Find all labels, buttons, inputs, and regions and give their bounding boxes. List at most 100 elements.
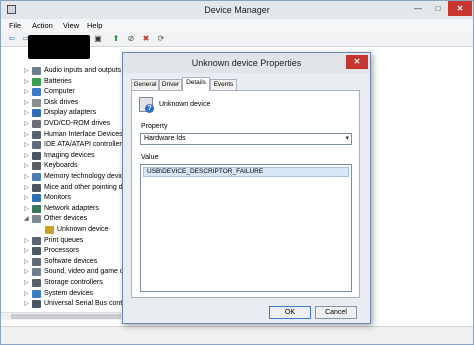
value-list[interactable]: USB\DEVICE_DESCRIPTOR_FAILURE: [140, 164, 352, 292]
collapsed-arrow-icon[interactable]: ▷: [24, 268, 29, 275]
tab-details[interactable]: Details: [182, 77, 210, 91]
dialog-title-bar[interactable]: Unknown device Properties ✕: [123, 53, 370, 73]
tree-category[interactable]: ▷ Network adapters: [1, 204, 125, 214]
tree-category[interactable]: ▷ Sound, video and game controllers: [1, 267, 125, 277]
tree-item-label: Network adapters: [44, 204, 99, 212]
minimize-button[interactable]: —: [411, 1, 425, 16]
monitor-icon: [32, 194, 41, 203]
tree-category[interactable]: ▷ System devices: [1, 289, 125, 299]
tree-category[interactable]: ▷ Monitors: [1, 193, 125, 203]
tree-item-label: Audio inputs and outputs: [44, 67, 122, 74]
tree-category[interactable]: ▷ Batteries: [1, 77, 125, 87]
collapsed-arrow-icon[interactable]: ▷: [24, 131, 29, 138]
collapsed-arrow-icon[interactable]: ▷: [24, 173, 29, 180]
menu-view[interactable]: View: [63, 21, 79, 30]
horizontal-scrollbar[interactable]: [1, 312, 125, 320]
network-icon: [32, 204, 41, 213]
collapsed-arrow-icon[interactable]: ▷: [24, 109, 29, 116]
tree-category[interactable]: ▷ DVD/CD-ROM drives: [1, 119, 125, 129]
tree-category[interactable]: ▷ Mice and other pointing devices: [1, 183, 125, 193]
collapsed-arrow-icon[interactable]: ▷: [24, 258, 29, 265]
tree-category[interactable]: ▷ Computer: [1, 87, 125, 97]
tree-item-label: Human Interface Devices: [44, 130, 123, 138]
tab-general[interactable]: General: [131, 79, 159, 90]
uninstall-device-icon[interactable]: ✖: [141, 34, 151, 44]
system-icon: [32, 289, 41, 298]
value-list-item[interactable]: USB\DEVICE_DESCRIPTOR_FAILURE: [143, 167, 349, 177]
dvd-icon: [32, 120, 41, 128]
device-view-icon[interactable]: ▣: [93, 34, 103, 44]
tree-item-label: Storage controllers: [44, 279, 103, 286]
maximize-button[interactable]: □: [431, 1, 445, 16]
chevron-down-icon[interactable]: ▾: [345, 134, 349, 144]
collapsed-arrow-icon[interactable]: ▷: [24, 300, 29, 307]
back-arrow-icon[interactable]: ⇦: [7, 34, 17, 44]
storage-icon: [32, 279, 41, 287]
menu-file[interactable]: File: [9, 21, 21, 30]
window-title: Device Manager: [204, 5, 270, 15]
tab-events[interactable]: Events: [210, 79, 237, 90]
property-dropdown[interactable]: Hardware Ids ▾: [140, 133, 352, 145]
hid-icon: [32, 130, 41, 139]
collapsed-arrow-icon[interactable]: ▷: [24, 162, 29, 169]
collapsed-arrow-icon[interactable]: ▷: [24, 152, 29, 159]
tree-category[interactable]: ▷ Processors: [1, 246, 125, 256]
tree-item-label: IDE ATA/ATAPI controllers: [44, 141, 125, 149]
device-tree: ▷ Audio inputs and outputs ▷ Batteries ▷ Comp…: [1, 48, 125, 308]
tree-category[interactable]: ▷ Print queues: [1, 236, 125, 246]
tree-category[interactable]: ◢ Other devices: [1, 214, 125, 224]
collapsed-arrow-icon[interactable]: ▷: [24, 205, 29, 212]
title-bar[interactable]: Device Manager — □ ✕: [1, 1, 473, 19]
update-driver-icon[interactable]: ⬆: [111, 34, 121, 44]
tree-category[interactable]: ▷ Human Interface Devices: [1, 130, 125, 140]
tree-item-label: DVD/CD-ROM drives: [44, 120, 111, 127]
tab-driver[interactable]: Driver: [159, 79, 182, 90]
menu-action[interactable]: Action: [32, 21, 53, 30]
collapsed-arrow-icon[interactable]: ▷: [24, 290, 29, 297]
collapsed-arrow-icon[interactable]: ▷: [24, 194, 29, 201]
speaker-icon: [32, 67, 41, 75]
collapsed-arrow-icon[interactable]: ▷: [24, 78, 29, 85]
collapsed-arrow-icon[interactable]: ▷: [24, 279, 29, 286]
disk-icon: [32, 98, 41, 107]
tree-category[interactable]: ▷ Imaging devices: [1, 151, 125, 161]
ok-button[interactable]: OK: [269, 306, 311, 319]
tree-category[interactable]: ▷ Audio inputs and outputs: [1, 66, 125, 76]
tree-item-label: Batteries: [44, 77, 72, 85]
tree-item-label: Mice and other pointing devices: [44, 183, 125, 191]
device-name: Unknown device: [159, 101, 211, 108]
tree-item-label: System devices: [44, 289, 94, 297]
tree-category[interactable]: ▷ IDE ATA/ATAPI controllers: [1, 140, 125, 150]
collapsed-arrow-icon[interactable]: ▷: [24, 67, 29, 74]
menu-help[interactable]: Help: [87, 21, 102, 30]
tree-category[interactable]: ▷ Keyboards: [1, 161, 125, 171]
tree-category[interactable]: ▷ Disk drives: [1, 98, 125, 108]
tree-category[interactable]: ▷ Storage controllers: [1, 278, 125, 288]
close-button[interactable]: ✕: [448, 1, 472, 16]
tree-category[interactable]: ▷ Software devices: [1, 257, 125, 267]
collapsed-arrow-icon[interactable]: ▷: [24, 237, 29, 244]
scrollbar-thumb[interactable]: [11, 314, 121, 319]
collapsed-arrow-icon[interactable]: ▷: [24, 120, 29, 127]
property-label: Property: [141, 123, 168, 130]
cancel-button[interactable]: Cancel: [315, 306, 357, 319]
tree-category[interactable]: ▷ Memory technology devices: [1, 172, 125, 182]
status-bar: [1, 326, 473, 344]
scan-hardware-icon[interactable]: ⟳: [156, 34, 166, 44]
tree-category[interactable]: ▷ Universal Serial Bus controllers: [1, 299, 125, 308]
tree-category[interactable]: ▷ Display adapters: [1, 108, 125, 118]
other-devices-icon: [32, 215, 41, 224]
collapsed-arrow-icon[interactable]: ▷: [24, 99, 29, 106]
dialog-close-button[interactable]: ✕: [346, 55, 368, 69]
collapsed-arrow-icon[interactable]: ▷: [24, 88, 29, 95]
collapsed-arrow-icon[interactable]: ▷: [24, 247, 29, 254]
expanded-arrow-icon[interactable]: ◢: [24, 215, 29, 222]
tree-child-item[interactable]: Unknown device: [1, 225, 125, 235]
tree-item-label: Monitors: [44, 194, 71, 202]
tree-item-label: Memory technology devices: [44, 173, 125, 180]
disable-device-icon[interactable]: ⊘: [126, 34, 136, 44]
monitor-icon: [32, 109, 41, 118]
collapsed-arrow-icon[interactable]: ▷: [24, 184, 29, 191]
details-panel: ? Unknown device Property Hardware Ids ▾…: [131, 90, 360, 298]
collapsed-arrow-icon[interactable]: ▷: [24, 141, 29, 148]
